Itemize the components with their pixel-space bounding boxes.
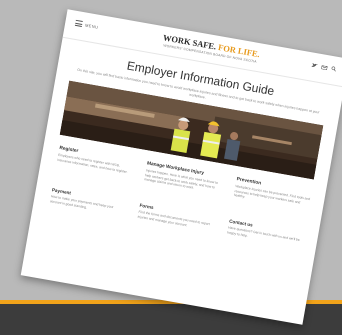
menu-button[interactable]: MENU <box>74 19 99 30</box>
header-icons <box>311 62 337 73</box>
twitter-icon[interactable] <box>311 62 318 70</box>
contact-section[interactable]: Contact us Have questions? Get in touch … <box>227 219 305 248</box>
guide-page-mockup: MENU WORK SAFE. FOR LIFE. WORKERS' COMPE… <box>20 9 342 325</box>
email-icon[interactable] <box>321 64 328 72</box>
manage-injury-section[interactable]: Manage Workplace Injury Injuries happen.… <box>144 161 226 195</box>
payment-section[interactable]: Payment How to make your payments and ke… <box>50 187 128 216</box>
search-icon[interactable] <box>331 66 337 74</box>
forms-section[interactable]: Forms Find the forms and documents you n… <box>137 203 219 233</box>
register-section[interactable]: Register Employers who need to register … <box>57 146 135 175</box>
menu-label: MENU <box>84 22 99 30</box>
prevention-section[interactable]: Prevention Workplace injuries can be pre… <box>233 177 311 210</box>
menu-icon <box>74 19 83 27</box>
